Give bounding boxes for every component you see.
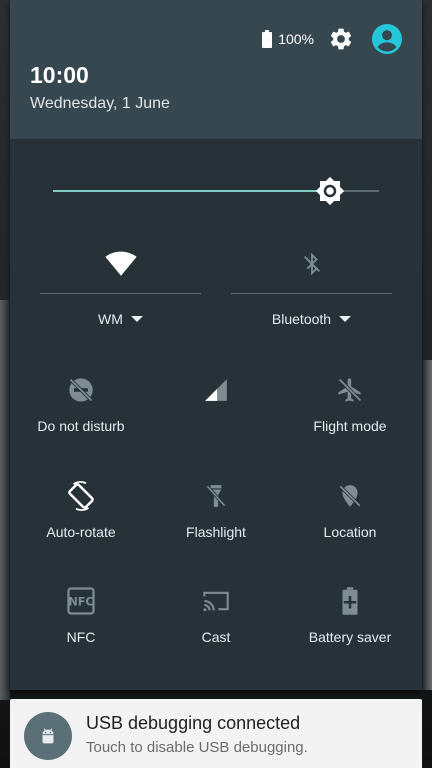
wifi-divider xyxy=(40,293,201,294)
wallpaper-edge-left xyxy=(0,300,10,700)
brightness-slider[interactable] xyxy=(53,176,379,206)
brightness-fill xyxy=(53,190,331,192)
signal-icon xyxy=(205,379,227,401)
bluetooth-label: Bluetooth xyxy=(271,311,332,327)
bluetooth-tile[interactable]: Bluetooth xyxy=(231,244,392,344)
bluetooth-icon xyxy=(303,252,320,276)
brightness-icon[interactable] xyxy=(315,176,345,206)
clock-date: Wednesday, 1 June xyxy=(30,95,170,112)
wifi-dropdown[interactable]: WM xyxy=(40,311,201,327)
wifi-label: WM xyxy=(98,311,123,327)
notification-text: Touch to disable USB debugging. xyxy=(86,739,308,756)
location-off-icon xyxy=(339,485,361,507)
svg-text:NFC: NFC xyxy=(68,595,93,608)
tile-location[interactable]: Location xyxy=(283,478,417,558)
airplane-icon xyxy=(338,378,362,402)
chevron-down-icon xyxy=(339,316,352,323)
cast-icon xyxy=(203,591,229,612)
notification-title: USB debugging connected xyxy=(86,713,301,733)
quick-settings-header: 100% 10:00 Wednesday, 1 June xyxy=(10,0,422,139)
status-area: 100% xyxy=(262,24,402,54)
wifi-icon xyxy=(104,251,137,276)
tile-label: Cast xyxy=(201,629,231,645)
tile-label: Flight mode xyxy=(313,418,387,434)
battery-saver-icon xyxy=(342,587,358,615)
tile-nfc[interactable]: NFC NFC xyxy=(14,583,148,663)
account-icon[interactable] xyxy=(372,24,402,54)
tile-label: NFC xyxy=(66,629,96,645)
do-not-disturb-icon xyxy=(69,378,93,402)
tile-label: Location xyxy=(323,524,377,540)
tile-auto-rotate[interactable]: Auto-rotate xyxy=(14,478,148,558)
tile-label: Flashlight xyxy=(186,524,246,540)
gear-icon[interactable] xyxy=(328,26,354,52)
clock-time: 10:00 xyxy=(30,62,89,88)
bluetooth-divider xyxy=(231,293,392,294)
battery-icon xyxy=(262,30,273,48)
wifi-tile[interactable]: WM xyxy=(40,244,201,344)
tile-flashlight[interactable]: Flashlight xyxy=(149,478,283,558)
tile-label: Auto-rotate xyxy=(46,524,116,540)
flashlight-icon xyxy=(206,485,226,507)
auto-rotate-icon xyxy=(68,481,94,511)
battery-percentage: 100% xyxy=(278,31,314,47)
tile-label: Do not disturb xyxy=(37,418,125,434)
android-icon xyxy=(42,728,54,744)
quick-settings-panel: 100% 10:00 Wednesday, 1 June WM Bluetoot… xyxy=(10,0,422,690)
chevron-down-icon xyxy=(130,316,143,323)
tile-label: Battery saver xyxy=(308,629,392,645)
tile-do-not-disturb[interactable]: Do not disturb xyxy=(14,372,148,452)
nfc-icon: NFC xyxy=(67,587,95,615)
notification-avatar xyxy=(24,712,72,760)
tile-cast[interactable]: Cast xyxy=(149,583,283,663)
tile-flight-mode[interactable]: Flight mode xyxy=(283,372,417,452)
tile-signal[interactable] xyxy=(149,372,283,452)
usb-debugging-notification[interactable]: USB debugging connected Touch to disable… xyxy=(10,699,422,768)
wallpaper-edge-right xyxy=(422,360,432,690)
tile-battery-saver[interactable]: Battery saver xyxy=(283,583,417,663)
bluetooth-dropdown[interactable]: Bluetooth xyxy=(231,311,392,327)
